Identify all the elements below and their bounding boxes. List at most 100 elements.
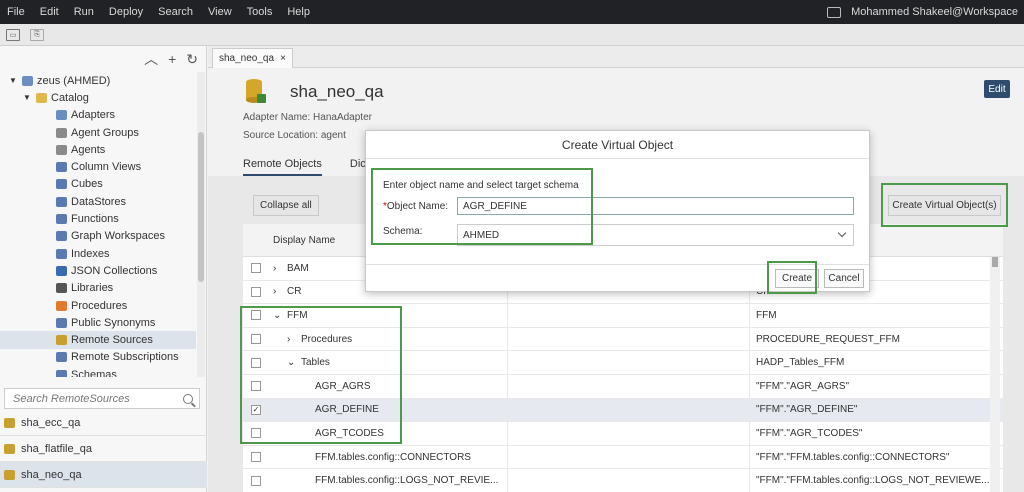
highlight-create-vo-button	[881, 183, 1008, 227]
tree-item-datastores[interactable]: DataStores	[0, 193, 196, 210]
remote-source-item[interactable]: sha_neo_qa	[0, 462, 207, 488]
tree-item-label: JSON Collections	[71, 264, 158, 277]
row-display-name: CR	[287, 286, 302, 298]
tree-scrollbar-thumb[interactable]	[198, 132, 204, 282]
remote-sources-search-input[interactable]: Search RemoteSources	[4, 388, 200, 409]
tree-item-graph-workspaces[interactable]: Graph Workspaces	[0, 228, 196, 245]
row-expand-icon[interactable]: ›	[273, 286, 287, 297]
link-icon[interactable]: ⎘	[30, 28, 44, 41]
tab-label: sha_neo_qa	[219, 53, 275, 64]
search-icon[interactable]	[183, 393, 193, 404]
table-row[interactable]: FFM.tables.config::CONNECTORS "FFM"."FFM.…	[243, 445, 1003, 470]
menu-deploy[interactable]: Deploy	[102, 6, 151, 18]
tree-item-catalog[interactable]: ▼ Catalog	[0, 89, 196, 106]
row-checkbox[interactable]	[251, 452, 261, 463]
search-placeholder: Search RemoteSources	[13, 392, 130, 405]
menu-run[interactable]: Run	[67, 6, 102, 18]
tree-item-label: Public Synonyms	[71, 316, 156, 329]
toolbar: ▭ ⎘	[0, 24, 1024, 46]
tree-item-schemas[interactable]: Schemas	[0, 366, 196, 377]
cancel-button[interactable]: Cancel	[824, 269, 864, 288]
menu-bar-right: Mohammed Shakeel@Workspace	[827, 6, 1024, 18]
remote-source-icon	[56, 335, 67, 346]
json-icon	[56, 265, 67, 276]
tree-item-zeus-ahmed[interactable]: ▼ zeus (AHMED)	[0, 72, 196, 89]
tree-item-label: Functions	[71, 213, 119, 226]
tree-item-label: Procedures	[71, 299, 128, 312]
tree-item-label: Libraries	[71, 282, 114, 295]
remote-source-label: sha_ecc_qa	[21, 416, 81, 429]
edit-button[interactable]: Edit	[984, 80, 1010, 98]
menu-search[interactable]: Search	[151, 6, 201, 18]
collapse-icon[interactable]: ︿	[144, 49, 158, 69]
tree-item-label: Catalog	[51, 91, 89, 104]
remote-source-icon	[4, 417, 15, 428]
expand-arrow-icon[interactable]: ▼	[22, 93, 32, 102]
row-object-name: PROCEDURE_REQUEST_FFM	[749, 327, 999, 351]
tab-sha-neo-qa[interactable]: sha_neo_qa ×	[212, 48, 293, 68]
cube-icon	[56, 179, 67, 190]
tree-item-functions[interactable]: Functions	[0, 210, 196, 227]
tree-item-agent-groups[interactable]: Agent Groups	[0, 124, 196, 141]
tree-scrollbar[interactable]	[197, 72, 205, 377]
table-scrollbar-thumb[interactable]	[992, 257, 998, 267]
tree-item-indexes[interactable]: Indexes	[0, 245, 196, 262]
adapter-name: Adapter Name: HanaAdapter	[243, 112, 372, 123]
menu-tools[interactable]: Tools	[240, 6, 281, 18]
tree-item-label: Adapters	[71, 109, 116, 122]
row-object-name: FFM	[749, 304, 999, 327]
source-location: Source Location: agent	[243, 130, 346, 141]
tab-remote-objects[interactable]: Remote Objects	[243, 158, 322, 176]
console-icon[interactable]: ▭	[6, 28, 20, 41]
remote-source-item[interactable]: sha_flatfile_qa	[0, 436, 207, 462]
function-icon	[56, 214, 67, 225]
chat-icon[interactable]	[827, 6, 842, 18]
graph-icon	[56, 231, 67, 242]
adapter-icon	[56, 110, 67, 121]
tree-item-label: Agent Groups	[71, 126, 139, 139]
menu-file[interactable]: File	[0, 6, 33, 18]
system-icon	[22, 75, 33, 86]
tree-item-cubes[interactable]: Cubes	[0, 176, 196, 193]
expand-arrow-icon[interactable]: ▼	[8, 76, 18, 85]
row-expand-icon[interactable]: ›	[273, 263, 287, 274]
tree-item-agents[interactable]: Agents	[0, 141, 196, 158]
tree-item-label: Remote Sources	[71, 334, 153, 347]
subscription-icon	[56, 352, 67, 363]
refresh-icon[interactable]: ↻	[186, 51, 198, 68]
menu-help[interactable]: Help	[280, 6, 318, 18]
row-checkbox[interactable]	[251, 286, 261, 297]
tree-item-column-views[interactable]: Column Views	[0, 158, 196, 175]
folder-icon	[36, 92, 47, 103]
table-scrollbar[interactable]	[990, 257, 1000, 492]
tree-item-adapters[interactable]: Adapters	[0, 107, 196, 124]
add-icon[interactable]: +	[168, 51, 176, 67]
remote-source-icon	[4, 469, 15, 480]
tree-item-json-collections[interactable]: JSON Collections	[0, 262, 196, 279]
table-row[interactable]: FFM.tables.config::LOGS_NOT_REVIE... "FFM…	[243, 469, 1003, 492]
remote-source-icon	[4, 443, 15, 454]
tree-item-public-synonyms[interactable]: Public Synonyms	[0, 314, 196, 331]
tree-item-libraries[interactable]: Libraries	[0, 280, 196, 297]
tree-item-procedures[interactable]: Procedures	[0, 297, 196, 314]
tree-item-remote-sources[interactable]: Remote Sources	[0, 331, 196, 349]
user-name[interactable]: Mohammed Shakeel@Workspace	[851, 6, 1018, 18]
row-display-name: FFM.tables.config::CONNECTORS	[315, 451, 471, 463]
column-view-icon	[56, 162, 67, 173]
row-object-name: "FFM"."FFM.tables.config::LOGS_NOT_REVIE…	[749, 469, 999, 492]
tree-item-label: Graph Workspaces	[71, 230, 165, 243]
catalog-tree: ▼ zeus (AHMED) ▼ Catalog Adapters Agent Group…	[0, 72, 196, 377]
menu-bar: File Edit Run Deploy Search View Tools Help Moh…	[0, 0, 1024, 24]
schema-icon	[56, 369, 67, 377]
remote-source-item[interactable]: sha_ecc_qa	[0, 410, 207, 436]
collapse-all-button[interactable]: Collapse all	[253, 195, 319, 216]
tree-item-label: Remote Subscriptions	[71, 351, 179, 364]
tab-close-icon[interactable]: ×	[280, 53, 286, 64]
menu-edit[interactable]: Edit	[33, 6, 67, 18]
library-icon	[56, 283, 67, 294]
row-checkbox[interactable]	[251, 475, 261, 486]
menu-view[interactable]: View	[201, 6, 240, 18]
tree-item-remote-subscriptions[interactable]: Remote Subscriptions	[0, 349, 196, 366]
chevron-down-icon[interactable]	[837, 228, 847, 238]
row-checkbox[interactable]	[251, 263, 261, 274]
